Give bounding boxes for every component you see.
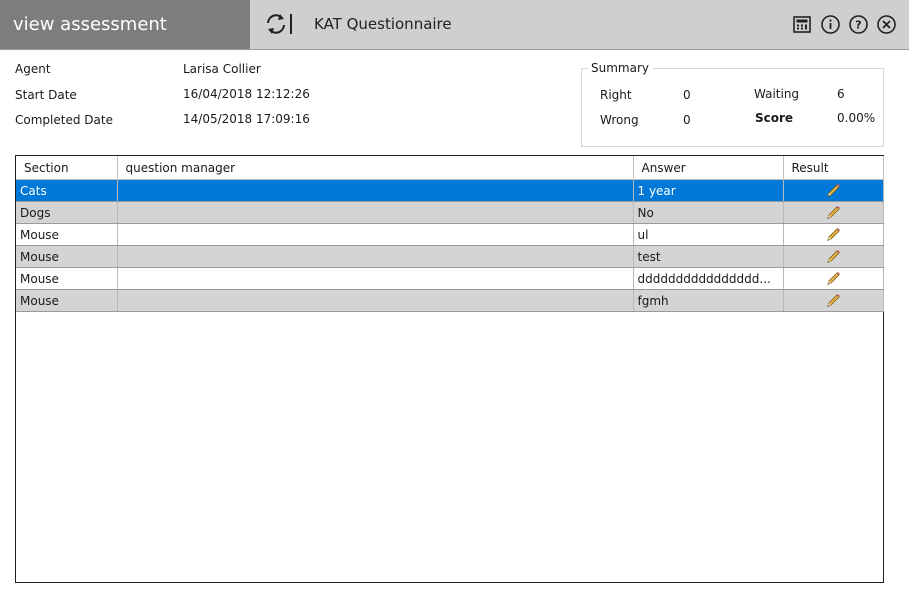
header-icons: ?: [792, 14, 897, 35]
waiting-value: 6: [837, 87, 845, 101]
edit-pencil-icon[interactable]: [825, 227, 841, 241]
section-title: view assessment: [0, 0, 250, 49]
edit-pencil-icon[interactable]: [825, 183, 841, 197]
cell-question-manager[interactable]: [117, 267, 634, 290]
column-header-answer[interactable]: Answer: [633, 156, 784, 180]
cell-section[interactable]: Dogs: [16, 201, 118, 224]
table-row[interactable]: Cats 1 year: [16, 179, 884, 202]
cell-result[interactable]: [783, 267, 884, 290]
cell-section[interactable]: Mouse: [16, 289, 118, 312]
cell-answer[interactable]: dddddddddddddddd...: [633, 267, 784, 290]
edit-pencil-icon[interactable]: [825, 249, 841, 263]
score-label: Score: [755, 111, 794, 125]
cell-answer[interactable]: test: [633, 245, 784, 268]
edit-pencil-icon[interactable]: [825, 205, 841, 219]
edit-pencil-icon[interactable]: [825, 271, 841, 285]
wrong-label: Wrong: [600, 113, 639, 127]
summary-legend: Summary: [591, 61, 649, 75]
cell-question-manager[interactable]: [117, 201, 634, 224]
cell-question-manager[interactable]: [117, 223, 634, 246]
agent-label: Agent: [15, 62, 51, 76]
cell-question-manager[interactable]: [117, 245, 634, 268]
cell-answer[interactable]: No: [633, 201, 784, 224]
questions-grid[interactable]: Section question manager Answer Result C…: [15, 155, 884, 583]
cell-section[interactable]: Cats: [16, 179, 118, 202]
title-bar: view assessment KAT Questionnaire ?: [0, 0, 909, 50]
waiting-label: Waiting: [754, 87, 800, 101]
cell-result[interactable]: [783, 179, 884, 202]
help-icon[interactable]: ?: [848, 14, 869, 35]
start-date-value: 16/04/2018 12:12:26: [183, 87, 310, 101]
right-label: Right: [600, 88, 632, 102]
score-value: 0.00%: [837, 111, 876, 125]
cell-answer[interactable]: 1 year: [633, 179, 784, 202]
column-header-question-manager[interactable]: question manager: [117, 156, 634, 180]
cell-section[interactable]: Mouse: [16, 245, 118, 268]
summary-panel: Summary: [581, 61, 884, 147]
cell-answer[interactable]: ul: [633, 223, 784, 246]
column-header-result[interactable]: Result: [783, 156, 884, 180]
start-date-label: Start Date: [15, 88, 77, 102]
grid-body: Cats 1 year Dogs No Mouse ul Mouse test Mouse ddd…: [16, 179, 884, 312]
cell-result[interactable]: [783, 289, 884, 312]
refresh-icon[interactable]: [264, 12, 298, 36]
completed-date-label: Completed Date: [15, 113, 113, 127]
app-title: KAT Questionnaire: [314, 15, 452, 33]
grid-header-row: Section question manager Answer Result: [16, 156, 884, 180]
agent-value: Larisa Collier: [183, 62, 261, 76]
table-row[interactable]: Mouse fgmh: [16, 289, 884, 312]
cell-result[interactable]: [783, 245, 884, 268]
edit-pencil-icon[interactable]: [825, 293, 841, 307]
table-row[interactable]: Dogs No: [16, 201, 884, 224]
cell-result[interactable]: [783, 223, 884, 246]
right-value: 0: [683, 88, 691, 102]
calculator-icon[interactable]: [792, 14, 813, 35]
cell-result[interactable]: [783, 201, 884, 224]
cell-question-manager[interactable]: [117, 179, 634, 202]
cell-question-manager[interactable]: [117, 289, 634, 312]
svg-text:?: ?: [855, 19, 861, 32]
completed-date-value: 14/05/2018 17:09:16: [183, 112, 310, 126]
table-row[interactable]: Mouse test: [16, 245, 884, 268]
cell-answer[interactable]: fgmh: [633, 289, 784, 312]
cell-section[interactable]: Mouse: [16, 267, 118, 290]
column-header-section[interactable]: Section: [16, 156, 118, 180]
cell-section[interactable]: Mouse: [16, 223, 118, 246]
table-row[interactable]: Mouse ul: [16, 223, 884, 246]
close-icon[interactable]: [876, 14, 897, 35]
table-row[interactable]: Mouse dddddddddddddddd...: [16, 267, 884, 290]
wrong-value: 0: [683, 113, 691, 127]
info-icon[interactable]: [820, 14, 841, 35]
